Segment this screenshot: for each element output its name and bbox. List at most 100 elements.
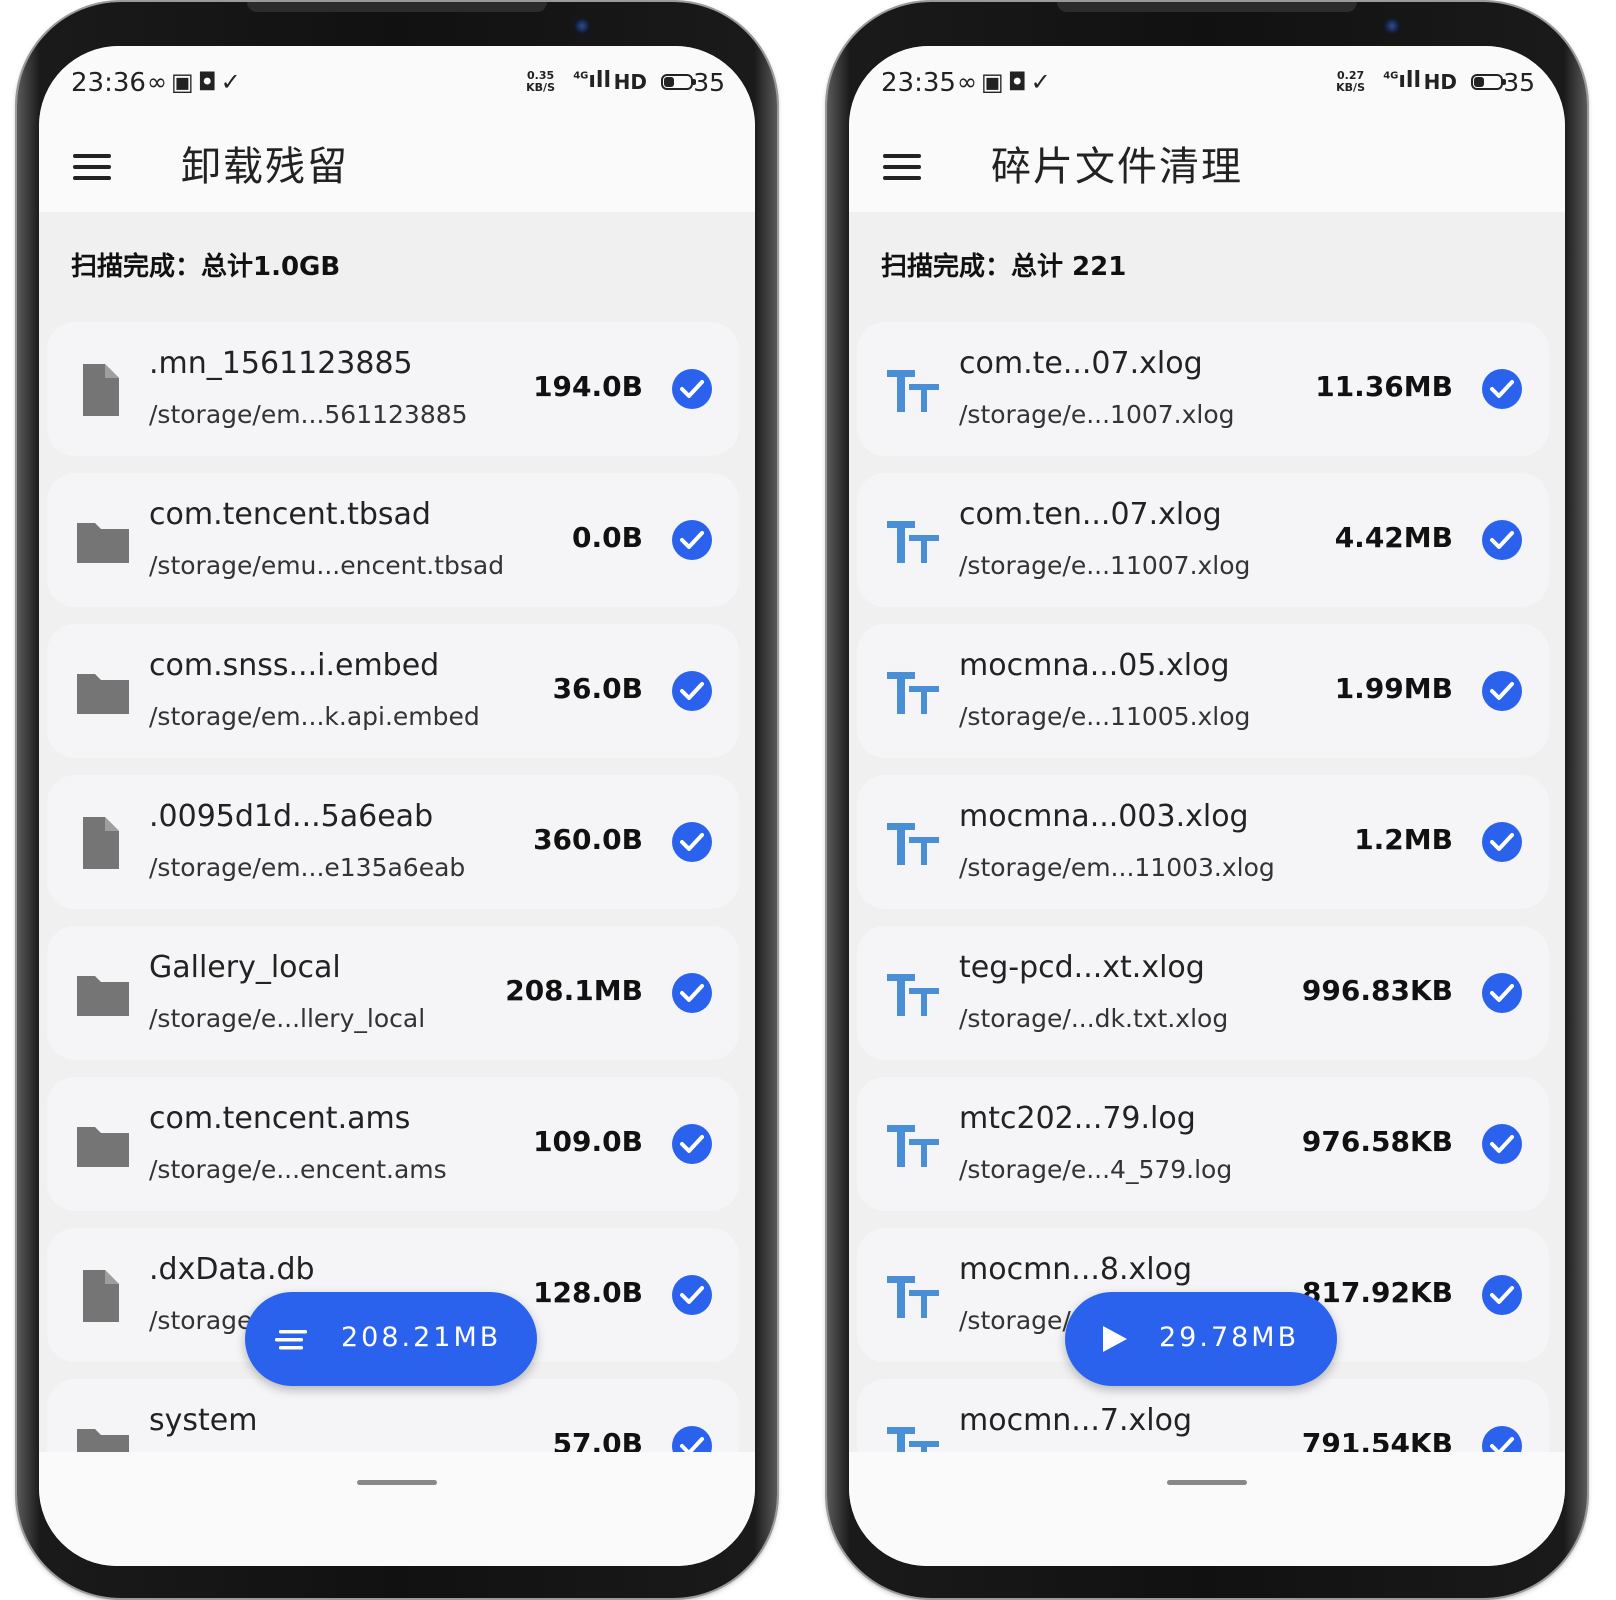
item-size: 360.0B — [533, 823, 643, 856]
text-file-icon — [887, 974, 939, 1016]
clean-button[interactable]: 29.78MB — [1065, 1292, 1337, 1386]
item-size: 996.83KB — [1301, 974, 1453, 1007]
list-item[interactable]: mtc202...79.log/storage/e...4_579.log 976… — [857, 1077, 1549, 1211]
item-path: /storage/...dk.txt.xlog — [959, 1004, 1229, 1033]
battery-level: 35 — [693, 68, 725, 97]
item-path: /storage/ — [959, 1306, 1071, 1335]
item-name: mtc202...79.log — [959, 1101, 1196, 1136]
residue-list: .mn_1561123885/storage/em...561123885 194… — [39, 312, 755, 1452]
checkbox-checked-icon[interactable] — [1481, 368, 1523, 410]
menu-icon[interactable] — [73, 154, 113, 182]
list-item[interactable]: com.tencent.tbsad/storage/emu...encent.t… — [47, 473, 739, 607]
list-item[interactable]: teg-pcd...xt.xlog/storage/...dk.txt.xlog… — [857, 926, 1549, 1060]
screen-uninstall-residue: 23:36 ∞▣◘✓ 0.35 KB/S 4Gıll HD 35 卸载残留 扫描完… — [39, 46, 755, 1566]
item-name: Gallery_local — [149, 950, 341, 985]
list-item[interactable]: com.snss...i.embed/storage/em...k.api.em… — [47, 624, 739, 758]
fragment-file-list: com.te...07.xlog/storage/e...1007.xlog 11… — [849, 312, 1565, 1452]
checkbox-checked-icon[interactable] — [671, 821, 713, 863]
network-speed: 0.27 KB/S — [1336, 69, 1365, 94]
checkbox-checked-icon[interactable] — [1481, 1425, 1523, 1452]
item-name: com.snss...i.embed — [149, 648, 440, 683]
app-notification-icon: ◘ — [1007, 68, 1031, 96]
item-size: 791.54KB — [1301, 1427, 1453, 1452]
menu-icon[interactable] — [883, 154, 923, 182]
list-item[interactable]: com.tencent.ams/storage/e...encent.ams 10… — [47, 1077, 739, 1211]
checkbox-checked-icon[interactable] — [671, 670, 713, 712]
phone-frame-left: 23:36 ∞▣◘✓ 0.35 KB/S 4Gıll HD 35 卸载残留 扫描完… — [17, 2, 777, 1598]
checkbox-checked-icon[interactable] — [671, 1425, 713, 1452]
text-file-icon — [887, 823, 939, 865]
list-item[interactable]: mocmna...003.xlog/storage/em...11003.xlo… — [857, 775, 1549, 909]
item-size: 36.0B — [552, 672, 643, 705]
list-item[interactable]: mocmna...05.xlog/storage/e...11005.xlog 1… — [857, 624, 1549, 758]
checkbox-checked-icon[interactable] — [1481, 670, 1523, 712]
item-size: 128.0B — [533, 1276, 643, 1309]
check-circle-icon: ✓ — [220, 68, 245, 96]
list-item[interactable]: com.te...07.xlog/storage/e...1007.xlog 11… — [857, 322, 1549, 456]
item-size: 109.0B — [533, 1125, 643, 1158]
list-item[interactable]: mocmn...7.xlog 791.54KB — [857, 1379, 1549, 1452]
item-size: 817.92KB — [1301, 1276, 1453, 1309]
list-item[interactable]: Gallery_local/storage/e...llery_local 208… — [47, 926, 739, 1060]
item-name: .mn_1561123885 — [149, 346, 413, 381]
item-name: com.tencent.ams — [149, 1101, 411, 1136]
checkbox-checked-icon[interactable] — [1481, 1123, 1523, 1165]
text-file-icon — [887, 1427, 939, 1452]
checkbox-checked-icon[interactable] — [1481, 972, 1523, 1014]
item-path: /storage/em...k.api.embed — [149, 702, 480, 731]
page-title: 卸载残留 — [181, 144, 349, 190]
home-indicator[interactable] — [1167, 1480, 1247, 1485]
item-name: com.ten...07.xlog — [959, 497, 1222, 532]
checkbox-checked-icon[interactable] — [671, 1123, 713, 1165]
checkbox-checked-icon[interactable] — [1481, 821, 1523, 863]
item-size: 0.0B — [572, 521, 643, 554]
item-path: /storage/em...e135a6eab — [149, 853, 466, 882]
app-notification-icon: ◘ — [197, 68, 221, 96]
folder-icon — [77, 1127, 129, 1167]
list-item[interactable]: .0095d1d...5a6eab/storage/em...e135a6eab… — [47, 775, 739, 909]
list-icon — [275, 1330, 307, 1350]
text-file-icon — [887, 1125, 939, 1167]
front-camera — [1384, 18, 1400, 34]
item-path: /storage/em...11003.xlog — [959, 853, 1275, 882]
item-name: com.te...07.xlog — [959, 346, 1203, 381]
folder-icon — [77, 674, 129, 714]
battery-icon — [1471, 74, 1506, 90]
image-notification-icon: ▣ — [981, 68, 1008, 96]
list-item[interactable]: .mn_1561123885/storage/em...561123885 194… — [47, 322, 739, 456]
list-item[interactable]: system 57.0B — [47, 1379, 739, 1452]
screen-fragment-cleanup: 23:35 ∞▣◘✓ 0.27 KB/S 4Gıll HD 35 碎片文件清理 扫… — [849, 46, 1565, 1566]
item-name: teg-pcd...xt.xlog — [959, 950, 1205, 985]
gesture-bar — [39, 1452, 755, 1566]
item-path: /storage/e...4_579.log — [959, 1155, 1233, 1184]
checkbox-checked-icon[interactable] — [1481, 1274, 1523, 1316]
network-speed: 0.35 KB/S — [526, 69, 555, 94]
checkbox-checked-icon[interactable] — [671, 368, 713, 410]
item-name: mocmna...003.xlog — [959, 799, 1249, 834]
item-name: .dxData.db — [149, 1252, 315, 1287]
status-time: 23:35 — [881, 68, 956, 98]
infinity-icon: ∞ — [147, 68, 171, 96]
gesture-bar — [849, 1452, 1565, 1566]
item-name: mocmn...8.xlog — [959, 1252, 1193, 1287]
item-path: /storage/e...encent.ams — [149, 1155, 447, 1184]
scan-summary-label: 扫描完成：总计1.0GB — [71, 252, 341, 282]
list-item[interactable]: com.ten...07.xlog/storage/e...11007.xlog… — [857, 473, 1549, 607]
notification-icons: ∞▣◘✓ — [147, 68, 245, 96]
checkbox-checked-icon[interactable] — [671, 972, 713, 1014]
file-icon — [83, 817, 119, 869]
item-path: /storage/e...11005.xlog — [959, 702, 1251, 731]
speaker-grille — [1057, 2, 1357, 12]
item-name: mocmna...05.xlog — [959, 648, 1230, 683]
checkbox-checked-icon[interactable] — [671, 519, 713, 561]
item-size: 194.0B — [533, 370, 643, 403]
text-file-icon — [887, 370, 939, 412]
checkbox-checked-icon[interactable] — [671, 1274, 713, 1316]
clean-button[interactable]: 208.21MB — [245, 1292, 537, 1386]
phone-frame-right: 23:35 ∞▣◘✓ 0.27 KB/S 4Gıll HD 35 碎片文件清理 扫… — [827, 2, 1587, 1598]
checkbox-checked-icon[interactable] — [1481, 519, 1523, 561]
home-indicator[interactable] — [357, 1480, 437, 1485]
notification-icons: ∞▣◘✓ — [957, 68, 1055, 96]
speaker-grille — [247, 2, 547, 12]
scan-summary: 扫描完成：总计 221 — [849, 212, 1565, 312]
